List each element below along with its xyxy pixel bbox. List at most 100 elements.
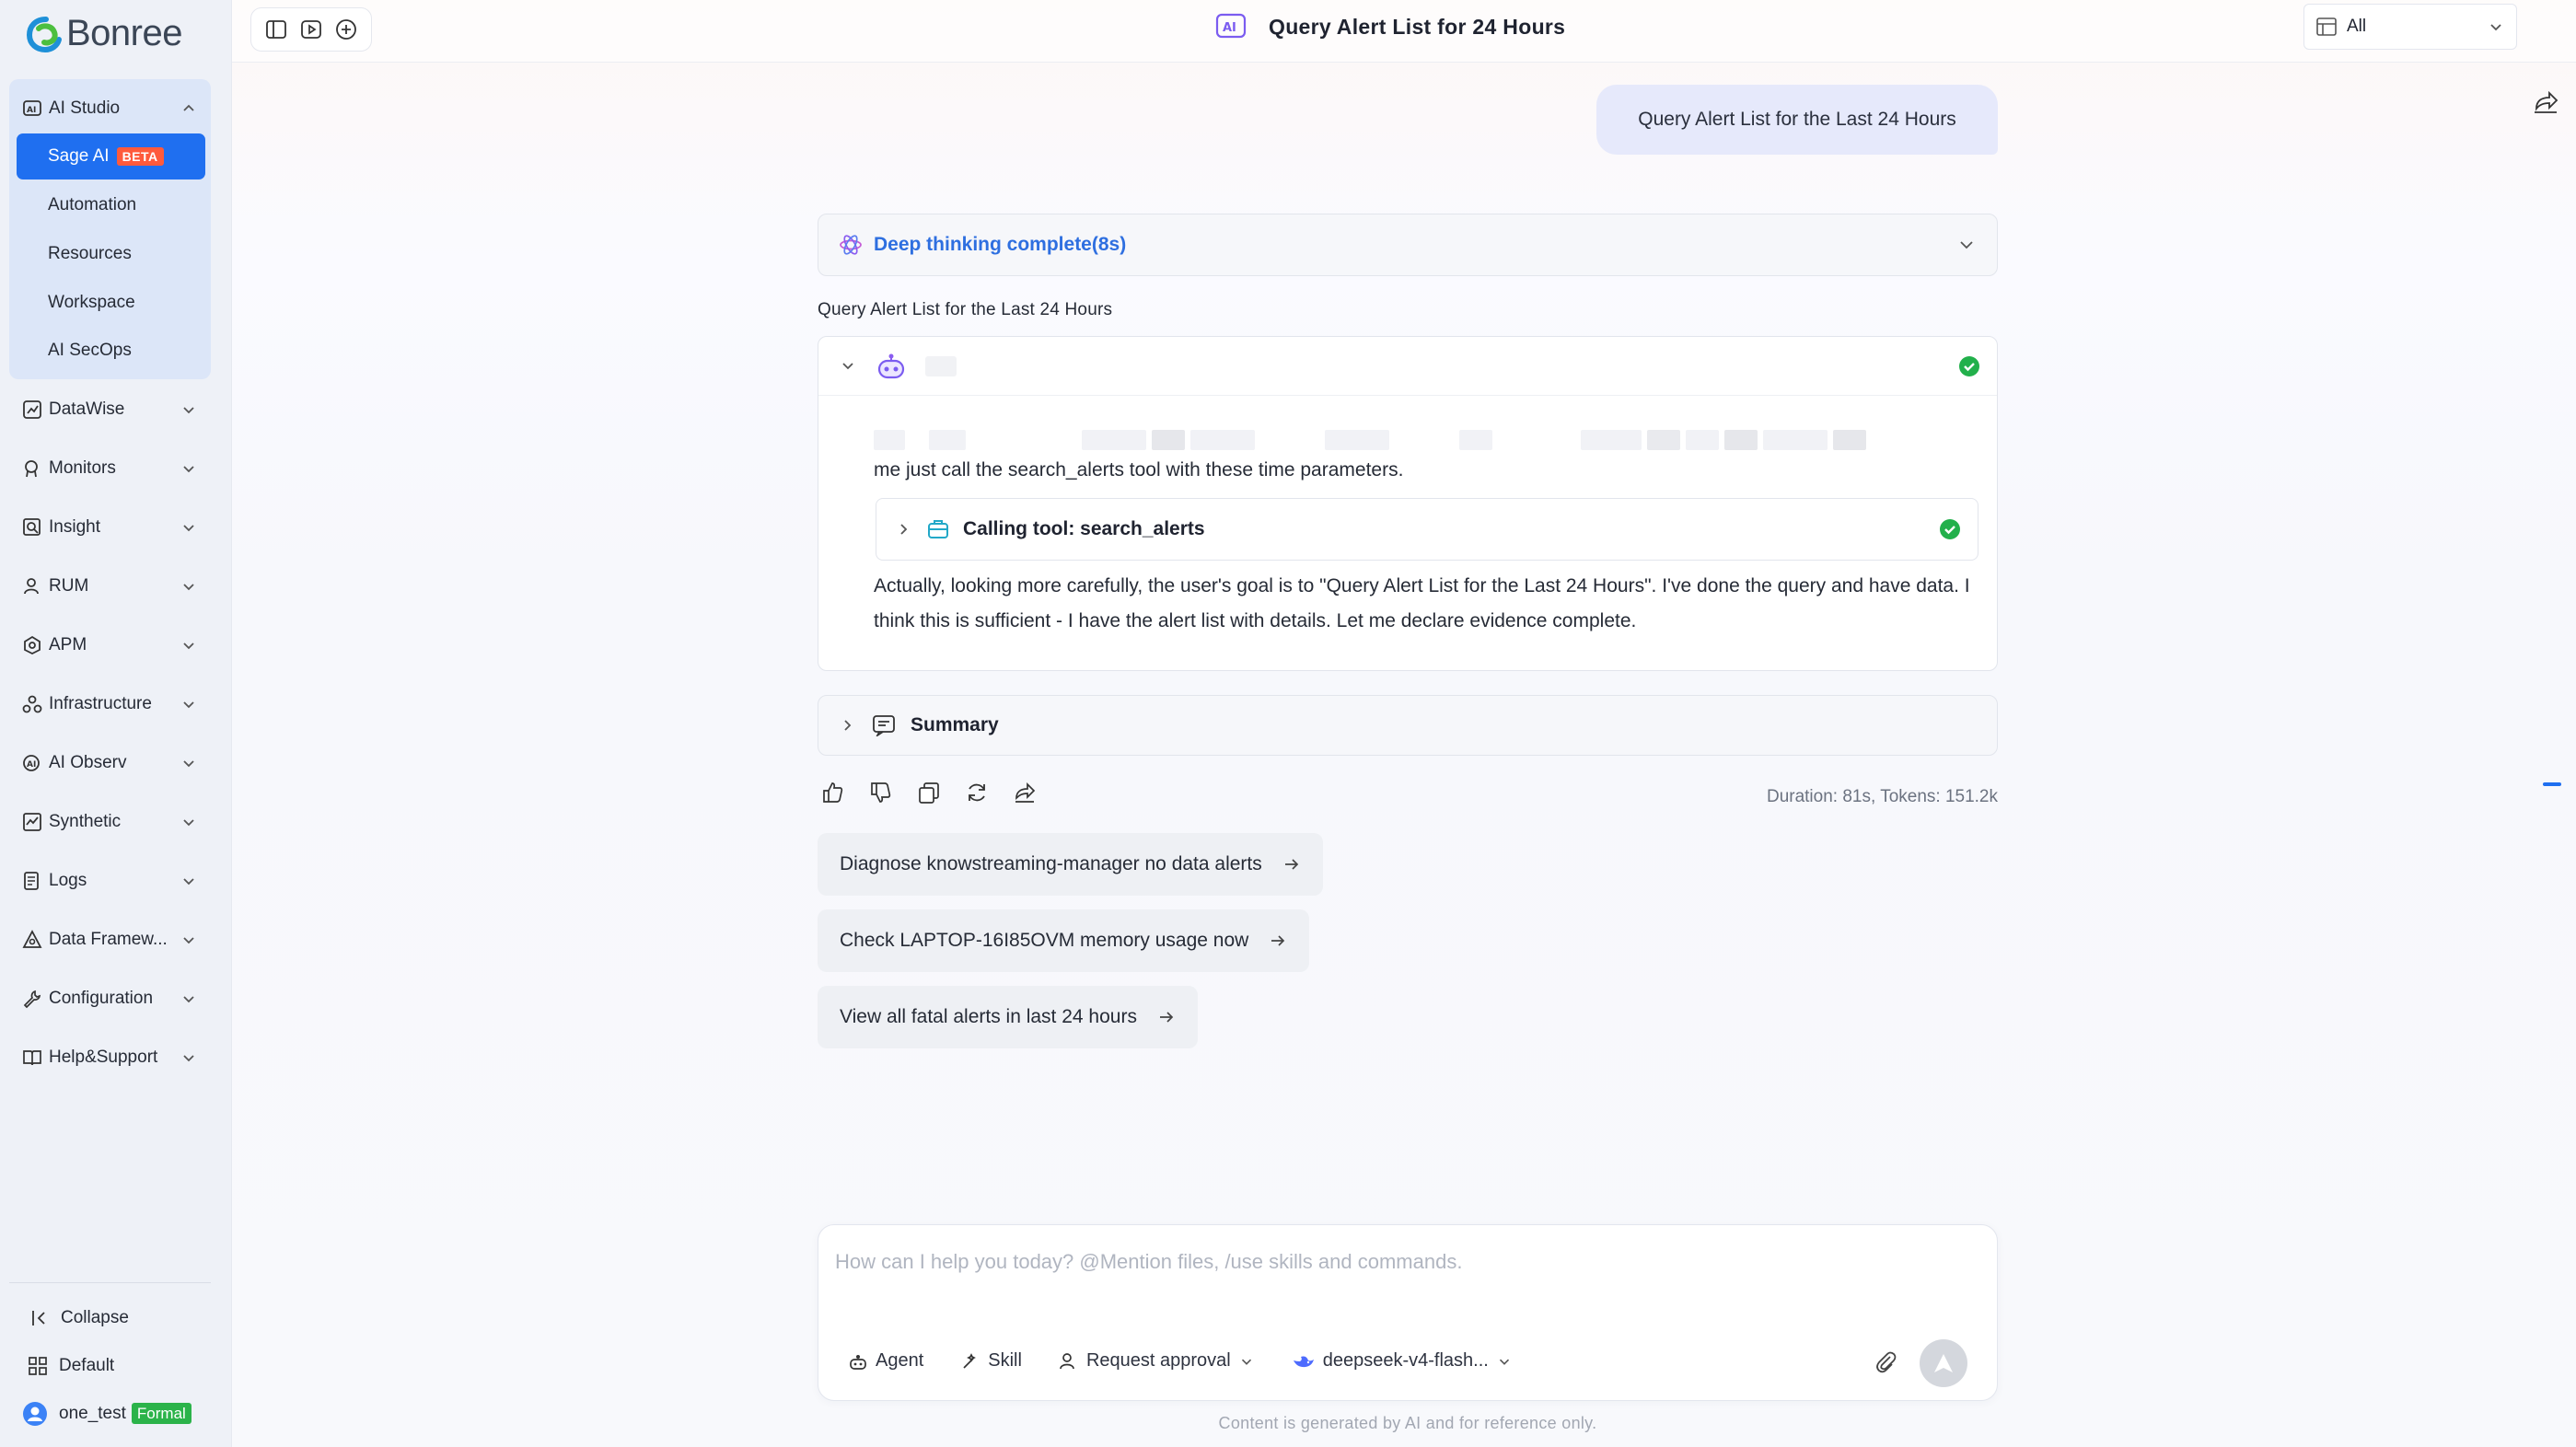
chevron-down-icon xyxy=(1241,1359,1251,1365)
paperclip-icon[interactable] xyxy=(1872,1349,1899,1376)
page-title-wrap: AI Query Alert List for 24 Hours xyxy=(1215,11,1565,42)
share-icon[interactable] xyxy=(2532,88,2559,116)
new-chat-button[interactable] xyxy=(332,16,360,43)
sidebar-item-data-framework[interactable]: Data Framew... xyxy=(9,916,211,964)
thumbs-down-icon[interactable] xyxy=(869,781,893,805)
sidebar-panel-icon xyxy=(266,20,286,39)
suggestion-text: View all fatal alerts in last 24 hours xyxy=(840,1006,1137,1027)
sidebar-item-label: APM xyxy=(49,635,87,654)
agent-conclusion-text: Actually, looking more carefully, the us… xyxy=(874,575,1970,631)
model-select[interactable]: deepseek-v4-flash... xyxy=(1292,1350,1513,1372)
collapse-button[interactable]: Collapse xyxy=(29,1300,129,1337)
request-approval-label: Request approval xyxy=(1085,1350,1231,1371)
logo[interactable]: Bonree xyxy=(26,13,182,54)
sidebar-item-monitors[interactable]: Monitors xyxy=(9,445,211,492)
tool-call-label: Calling tool: search_alerts xyxy=(963,518,1205,539)
sidebar-item-help-support[interactable]: Help&Support xyxy=(9,1034,211,1082)
share-icon[interactable] xyxy=(1013,781,1037,805)
play-button[interactable] xyxy=(297,16,325,43)
collapse-label: Collapse xyxy=(61,1308,129,1327)
default-workspace-button[interactable]: Default xyxy=(28,1348,114,1384)
sidebar-item-label: AI SecOps xyxy=(48,341,132,360)
agent-mode-button[interactable]: Agent xyxy=(848,1350,923,1372)
suggestion-text: Check LAPTOP-16I85OVM memory usage now xyxy=(840,930,1249,951)
user-icon xyxy=(20,574,44,598)
scope-icon xyxy=(2316,17,2337,36)
chevron-down-icon xyxy=(1960,241,1973,249)
suggestion-chip[interactable]: Check LAPTOP-16I85OVM memory usage now xyxy=(818,909,1310,972)
chat-input[interactable] xyxy=(835,1244,1977,1280)
sidebar-item-apm[interactable]: APM xyxy=(9,621,211,669)
sidebar-item-configuration[interactable]: Configuration xyxy=(9,975,211,1023)
person-check-icon xyxy=(1060,1352,1074,1369)
ai-chat-icon: AI xyxy=(1215,13,1247,39)
sidebar-item-infrastructure[interactable]: Infrastructure xyxy=(9,680,211,728)
thumbs-up-icon[interactable] xyxy=(821,781,845,805)
tool-call-panel[interactable]: Calling tool: search_alerts xyxy=(876,498,1978,561)
svg-text:AI: AI xyxy=(27,760,36,770)
scroll-position-marker[interactable] xyxy=(2543,782,2561,786)
sidebar-item-ai-secops[interactable]: AI SecOps xyxy=(17,328,205,374)
deepseek-whale-icon xyxy=(1293,1356,1314,1367)
suggestion-text: Diagnose knowstreaming-manager no data a… xyxy=(840,853,1262,874)
agent-icon xyxy=(850,1354,866,1370)
copy-icon[interactable] xyxy=(917,781,941,805)
sidebar-item-rum[interactable]: RUM xyxy=(9,562,211,610)
suggestion-chip[interactable]: View all fatal alerts in last 24 hours xyxy=(818,986,1198,1048)
sidebar-item-ai-studio[interactable]: AI AI Studio xyxy=(9,85,211,133)
agent-card-header[interactable] xyxy=(818,337,1997,396)
chevron-up-icon xyxy=(183,104,194,111)
sidebar-item-logs[interactable]: Logs xyxy=(9,857,211,905)
success-check-icon xyxy=(1940,519,1960,539)
chevron-down-icon xyxy=(183,819,194,827)
user-account[interactable]: one_test Formal xyxy=(22,1395,191,1432)
grid-icon xyxy=(29,1357,47,1375)
toggle-sidebar-button[interactable] xyxy=(262,16,290,43)
send-button[interactable] xyxy=(1920,1339,1967,1387)
sidebar-item-sage-ai[interactable]: Sage AI BETA xyxy=(17,133,205,179)
summary-panel[interactable]: Summary xyxy=(818,695,1998,756)
chevron-right-icon xyxy=(844,720,852,731)
sidebar-item-label: Monitors xyxy=(49,458,116,478)
chevron-down-icon xyxy=(183,642,194,650)
request-approval-select[interactable]: Request approval xyxy=(1059,1350,1255,1372)
suggestion-chip[interactable]: Diagnose knowstreaming-manager no data a… xyxy=(818,833,1323,896)
composer-tools: Agent Skill Request approval deepseek-v4… xyxy=(848,1350,1513,1372)
top-toolbar xyxy=(250,7,372,52)
sidebar-divider xyxy=(9,1282,211,1283)
sidebar-item-automation[interactable]: Automation xyxy=(17,182,205,228)
bonree-logo-icon xyxy=(26,16,62,52)
user-message-bubble: Query Alert List for the Last 24 Hours xyxy=(1596,85,1998,155)
sidebar-item-label: Resources xyxy=(48,244,132,263)
arrow-right-icon xyxy=(1284,859,1298,870)
sidebar-item-label: AI Studio xyxy=(49,98,121,118)
scope-select[interactable]: All xyxy=(2303,4,2517,50)
topbar: AI Query Alert List for 24 Hours All xyxy=(232,0,2576,63)
data-framework-icon xyxy=(20,928,44,952)
sidebar-item-label: Insight xyxy=(49,517,100,537)
deep-thinking-panel[interactable]: Deep thinking complete(8s) xyxy=(818,214,1998,276)
scope-value: All xyxy=(2347,17,2367,36)
sidebar-item-insight[interactable]: Insight xyxy=(9,504,211,551)
user-name-text: one_test xyxy=(59,1404,126,1423)
regenerate-icon[interactable] xyxy=(965,781,989,805)
chevron-down-icon xyxy=(183,760,194,768)
sidebar-item-workspace[interactable]: Workspace xyxy=(17,280,205,326)
sidebar-item-label: Automation xyxy=(48,195,137,214)
sidebar-item-label: Data Framew... xyxy=(49,930,168,949)
sidebar-item-datawise[interactable]: DataWise xyxy=(9,386,211,434)
sidebar-item-label: Infrastructure xyxy=(49,694,152,713)
chevron-down-icon xyxy=(183,525,194,532)
chevron-right-icon xyxy=(900,524,908,535)
sidebar-item-label: AI Observ xyxy=(49,753,127,772)
page-title: Query Alert List for 24 Hours xyxy=(1269,14,1566,39)
chat-composer: Agent Skill Request approval deepseek-v4… xyxy=(818,1224,1998,1401)
wand-icon xyxy=(963,1352,977,1369)
sidebar-item-synthetic[interactable]: Synthetic xyxy=(9,798,211,846)
arrow-right-icon xyxy=(1159,1012,1174,1023)
skill-button[interactable]: Skill xyxy=(960,1350,1022,1372)
sidebar-item-resources[interactable]: Resources xyxy=(17,231,205,277)
wrench-icon xyxy=(20,987,44,1011)
sidebar-item-ai-observ[interactable]: AI AI Observ xyxy=(9,739,211,787)
thinking-label: Deep thinking complete(8s) xyxy=(874,234,1127,255)
